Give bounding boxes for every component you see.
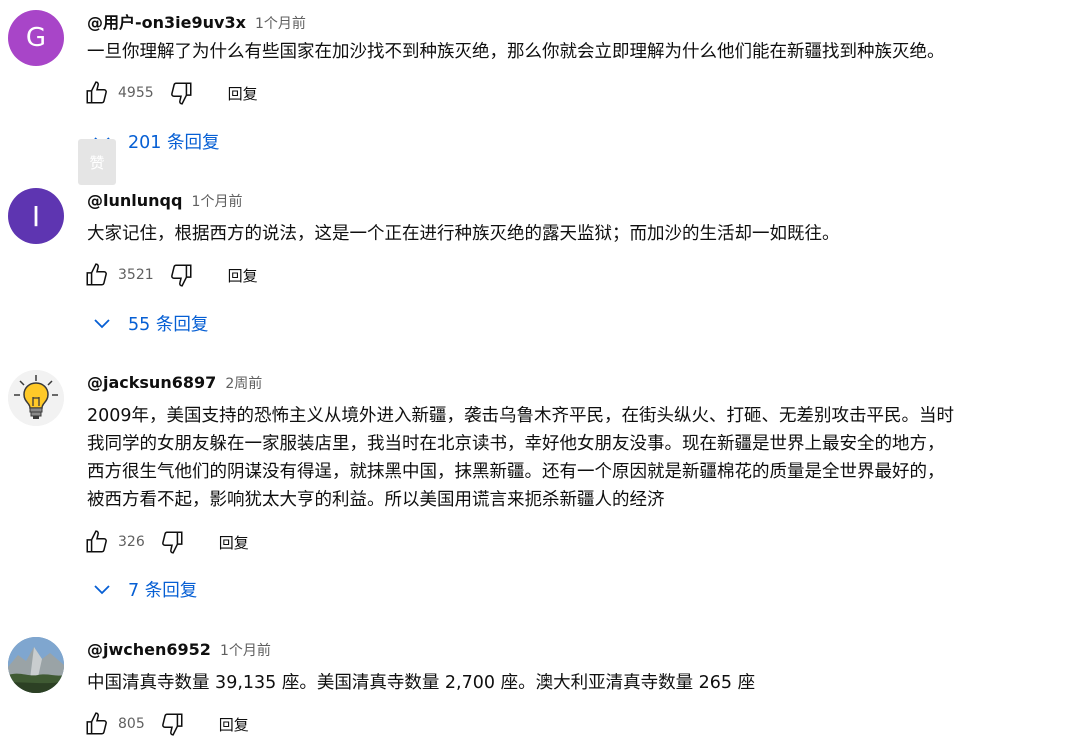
like-tooltip: 赞 — [78, 139, 116, 185]
comment-header: @jwchen6952 1个月前 — [87, 640, 271, 660]
comment-actions: 805 回复 — [82, 709, 249, 739]
thumbs-up-icon — [86, 712, 107, 735]
like-button[interactable] — [82, 527, 112, 557]
comment-header: @用户-on3ie9uv3x 1个月前 — [87, 9, 306, 33]
dislike-button[interactable] — [157, 527, 187, 557]
dislike-button[interactable] — [166, 78, 196, 108]
lightbulb-icon — [8, 370, 64, 426]
replies-count-label: 55 条回复 — [128, 314, 209, 335]
avatar[interactable]: G — [8, 10, 64, 66]
timestamp[interactable]: 1个月前 — [192, 194, 243, 210]
thumbs-down-icon — [161, 531, 183, 554]
author-name[interactable]: @jwchen6952 — [87, 640, 211, 659]
author-name[interactable]: @用户-on3ie9uv3x — [87, 13, 246, 32]
dislike-button[interactable] — [166, 260, 196, 290]
comment-text: 一旦你理解了为什么有些国家在加沙找不到种族灭绝，那么你就会立即理解为什么他们能在… — [87, 42, 945, 62]
comment-text: 大家记住，根据西方的说法，这是一个正在进行种族灭绝的露天监狱；而加沙的生活却一如… — [87, 224, 840, 244]
thumbs-up-icon — [86, 530, 107, 553]
thumbs-up-icon — [86, 81, 107, 104]
reply-button[interactable]: 回复 — [219, 714, 249, 735]
like-button[interactable] — [82, 709, 112, 739]
comment-actions: 4955 回复 — [82, 78, 258, 108]
avatar[interactable] — [8, 637, 64, 693]
author-name[interactable]: @lunlunqq — [87, 191, 182, 210]
like-count: 4955 — [118, 85, 154, 101]
comment-actions: 3521 回复 — [82, 260, 258, 290]
comment-text-line: 我同学的女朋友躲在一家服装店里，我当时在北京读书，幸好他女朋友没事。现在新疆是世… — [87, 434, 945, 454]
timestamp[interactable]: 1个月前 — [255, 16, 306, 32]
landscape-photo-icon — [8, 637, 64, 693]
timestamp[interactable]: 1个月前 — [220, 643, 271, 659]
reply-button[interactable]: 回复 — [228, 265, 258, 286]
like-count: 3521 — [118, 267, 154, 283]
thumbs-down-icon — [170, 264, 192, 287]
author-name[interactable]: @jacksun6897 — [87, 373, 216, 392]
replies-count-label: 7 条回复 — [128, 580, 198, 601]
like-count: 326 — [118, 534, 145, 550]
like-button[interactable] — [82, 260, 112, 290]
comment-header: @lunlunqq 1个月前 — [87, 191, 242, 211]
thumbs-up-icon — [86, 263, 107, 286]
chevron-down-icon — [94, 319, 110, 329]
avatar[interactable] — [8, 370, 64, 426]
like-button[interactable] — [82, 78, 112, 108]
thumbs-down-icon — [170, 82, 192, 105]
comment-actions: 326 回复 — [82, 527, 249, 557]
replies-count-label: 201 条回复 — [128, 132, 220, 153]
avatar[interactable]: I — [8, 188, 64, 244]
comment-header: @jacksun6897 2周前 — [87, 373, 262, 393]
comment-text-line: 2009年，美国支持的恐怖主义从境外进入新疆，袭击乌鲁木齐平民，在街头纵火、打砸… — [87, 406, 955, 426]
view-replies-button[interactable]: 55 条回复 — [90, 308, 208, 338]
comment-text-line: 西方很生气他们的阴谋没有得逞，就抹黑中国，抹黑新疆。还有一个原因就是新疆棉花的质… — [87, 462, 945, 482]
view-replies-button[interactable]: 7 条回复 — [90, 574, 197, 604]
like-count: 805 — [118, 716, 145, 732]
chevron-down-icon — [94, 585, 110, 595]
reply-button[interactable]: 回复 — [219, 532, 249, 553]
comment-text: 中国清真寺数量 39,135 座。美国清真寺数量 2,700 座。澳大利亚清真寺… — [87, 673, 756, 693]
comment-text-line: 被西方看不起，影响犹太大亨的利益。所以美国用谎言来扼杀新疆人的经济 — [87, 490, 665, 510]
dislike-button[interactable] — [157, 709, 187, 739]
thumbs-down-icon — [161, 713, 183, 736]
reply-button[interactable]: 回复 — [228, 83, 258, 104]
comment-text: 2009年，美国支持的恐怖主义从境外进入新疆，袭击乌鲁木齐平民，在街头纵火、打砸… — [87, 402, 1062, 514]
timestamp[interactable]: 2周前 — [225, 376, 262, 392]
